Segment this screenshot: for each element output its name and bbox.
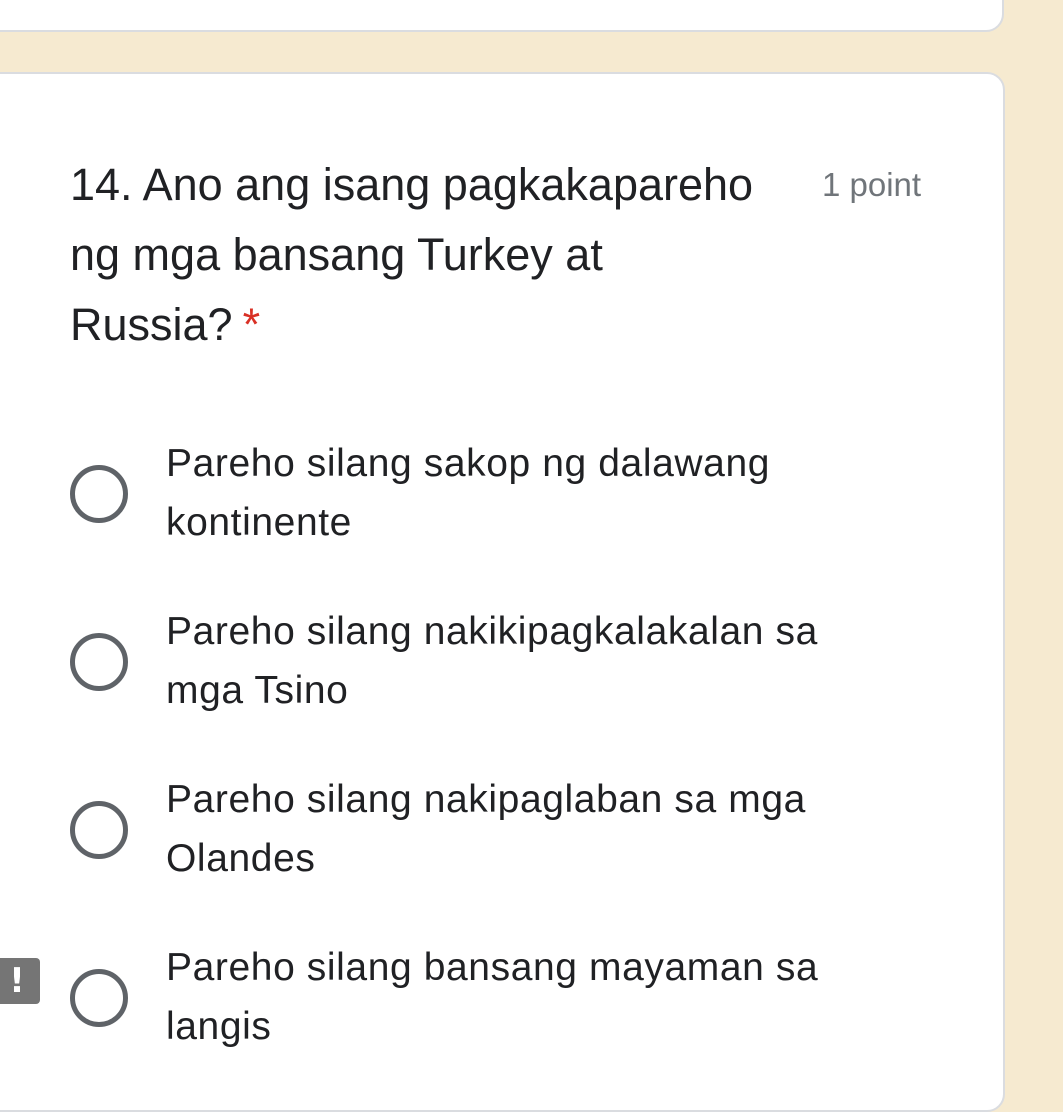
- option-mayaman-sa-langis[interactable]: Pareho silang bansang mayaman sa langis: [0, 938, 1000, 1078]
- required-asterisk: *: [242, 299, 261, 350]
- option-label-line-2: langis: [166, 1005, 272, 1048]
- question-title: 14. Ano ang isang pagkakapareho ng mga b…: [70, 150, 810, 360]
- option-label-line-1: Pareho silang nakipaglaban sa mga: [166, 778, 806, 821]
- option-nakipaglaban-sa-mga-olandes[interactable]: Pareho silang nakipaglaban sa mga Olande…: [0, 770, 1000, 910]
- option-label-line-1: Pareho silang sakop ng dalawang: [166, 442, 771, 485]
- option-sakop-ng-dalawang-kontinente[interactable]: Pareho silang sakop ng dalawang kontinen…: [0, 434, 1000, 574]
- question-title-line-3: Russia? *: [70, 290, 810, 360]
- question-points: 1 point: [822, 166, 922, 203]
- question-title-line-1: 14. Ano ang isang pagkakapareho: [70, 159, 754, 210]
- radio-button[interactable]: [70, 969, 128, 1027]
- radio-button[interactable]: [70, 465, 128, 523]
- radio-button[interactable]: [70, 633, 128, 691]
- exclamation-icon[interactable]: !: [0, 958, 40, 1004]
- option-nakikipagkalakalan-sa-mga-tsino[interactable]: Pareho silang nakikipagkalakalan sa mga …: [0, 602, 1000, 742]
- option-label-line-1: Pareho silang bansang mayaman sa: [166, 946, 819, 989]
- option-label-line-2: kontinente: [166, 501, 352, 544]
- previous-question-card: [0, 0, 1004, 32]
- radio-button[interactable]: [70, 801, 128, 859]
- option-label-line-1: Pareho silang nakikipagkalakalan sa: [166, 610, 818, 653]
- option-label: Pareho silang nakipaglaban sa mga Olande…: [166, 770, 926, 888]
- option-label-line-2: mga Tsino: [166, 669, 349, 712]
- option-label-line-2: Olandes: [166, 837, 316, 880]
- option-label: Pareho silang sakop ng dalawang kontinen…: [166, 434, 926, 552]
- option-label: Pareho silang bansang mayaman sa langis: [166, 938, 926, 1056]
- question-title-line-3-text: Russia?: [70, 299, 233, 350]
- option-label: Pareho silang nakikipagkalakalan sa mga …: [166, 602, 926, 720]
- question-title-line-2: ng mga bansang Turkey at: [70, 229, 603, 280]
